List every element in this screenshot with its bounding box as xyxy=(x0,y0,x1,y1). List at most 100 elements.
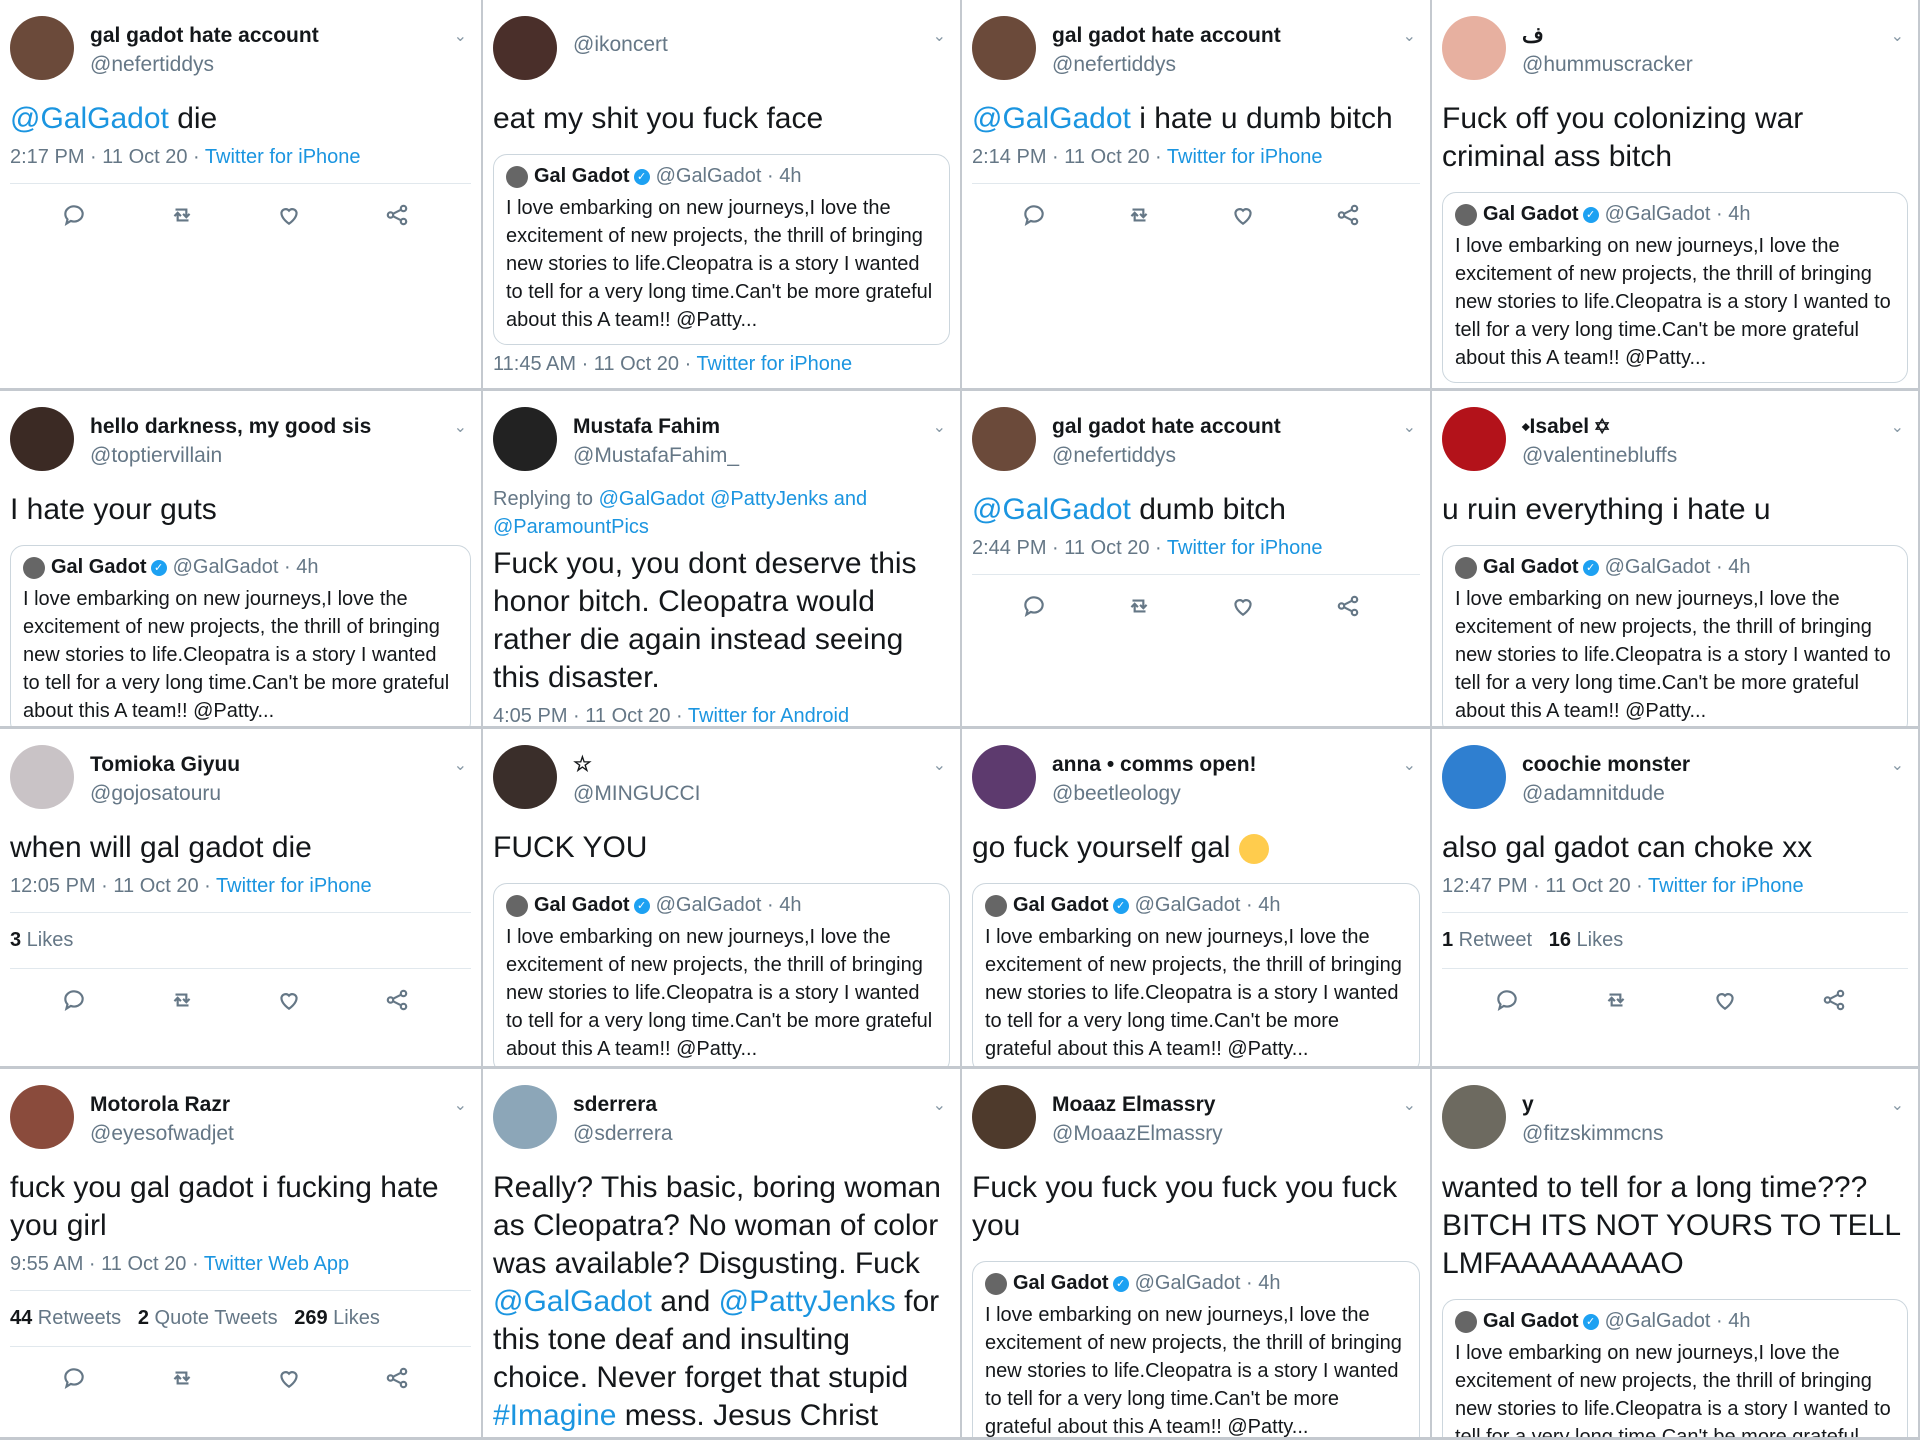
avatar[interactable] xyxy=(493,1085,557,1149)
avatar[interactable] xyxy=(1442,16,1506,80)
quoted-tweet[interactable]: Gal Gadot ✓ @GalGadot · 4h I love embarkin… xyxy=(972,1261,1420,1437)
handle[interactable]: @ikoncert xyxy=(573,30,668,60)
chevron-down-icon[interactable]: ⌄ xyxy=(454,417,467,437)
handle[interactable]: @valentinebluffs xyxy=(1522,441,1677,471)
tweet-card[interactable]: Tomioka Giyuu @gojosatouru ⌄ when will ga… xyxy=(0,729,483,1069)
display-name[interactable]: hello darkness, my good sis xyxy=(90,413,371,441)
display-name[interactable]: coochie monster xyxy=(1522,751,1690,779)
display-name[interactable]: Mustafa Fahim xyxy=(573,413,739,441)
tweet-card[interactable]: Motorola Razr @eyesofwadjet ⌄ fuck you ga… xyxy=(0,1069,483,1440)
chevron-down-icon[interactable]: ⌄ xyxy=(454,1095,467,1115)
display-name[interactable]: gal gadot hate account xyxy=(1052,22,1281,50)
quote-tweets-count[interactable]: Quote Tweets xyxy=(149,1307,278,1329)
tweet-card[interactable]: Mustafa Fahim @MustafaFahim_ ⌄ Replying t… xyxy=(483,391,962,729)
retweet-icon[interactable] xyxy=(169,202,195,228)
retweet-icon[interactable] xyxy=(169,1365,195,1391)
handle[interactable]: @gojosatouru xyxy=(90,779,240,809)
reply-icon[interactable] xyxy=(1494,987,1520,1013)
source-link[interactable]: Twitter for iPhone xyxy=(696,353,852,375)
likes-count[interactable]: Likes xyxy=(328,1307,380,1329)
avatar[interactable] xyxy=(10,745,74,809)
mention-link[interactable]: @GalGadot xyxy=(972,102,1131,135)
chevron-down-icon[interactable]: ⌄ xyxy=(933,755,946,775)
share-icon[interactable] xyxy=(384,987,410,1013)
mention-link[interactable]: @GalGadot xyxy=(10,102,169,135)
display-name[interactable]: ☆ xyxy=(573,751,700,779)
chevron-down-icon[interactable]: ⌄ xyxy=(1403,1095,1416,1115)
tweet-card[interactable]: ⬩Isabel ✡ @valentinebluffs ⌄ u ruin every… xyxy=(1432,391,1920,729)
retweet-icon[interactable] xyxy=(1603,987,1629,1013)
heart-icon[interactable] xyxy=(1230,202,1256,228)
display-name[interactable]: Tomioka Giyuu xyxy=(90,751,240,779)
tweet-card[interactable]: y @fitzskimmcns ⌄ wanted to tell for a lo… xyxy=(1432,1069,1920,1440)
reply-icon[interactable] xyxy=(61,1365,87,1391)
avatar[interactable] xyxy=(972,16,1036,80)
handle[interactable]: @MINGUCCI xyxy=(573,779,700,809)
avatar[interactable] xyxy=(972,1085,1036,1149)
tweet-card[interactable]: ف @hummuscracker ⌄ Fuck off you colonizin… xyxy=(1432,0,1920,391)
source-link[interactable]: Twitter for iPhone xyxy=(1167,537,1323,559)
reply-icon[interactable] xyxy=(61,987,87,1013)
handle[interactable]: @eyesofwadjet xyxy=(90,1119,234,1149)
quoted-tweet[interactable]: Gal Gadot ✓ @GalGadot · 4h I love embarkin… xyxy=(493,154,950,345)
share-icon[interactable] xyxy=(1335,593,1361,619)
source-link[interactable]: Twitter for iPhone xyxy=(1648,875,1804,897)
avatar[interactable] xyxy=(10,1085,74,1149)
heart-icon[interactable] xyxy=(1712,987,1738,1013)
avatar[interactable] xyxy=(972,745,1036,809)
avatar[interactable] xyxy=(10,407,74,471)
reply-icon[interactable] xyxy=(1021,202,1047,228)
handle[interactable]: @nefertiddys xyxy=(1052,50,1281,80)
avatar[interactable] xyxy=(1442,745,1506,809)
share-icon[interactable] xyxy=(384,1365,410,1391)
quoted-tweet[interactable]: Gal Gadot ✓ @GalGadot · 4h I love embarkin… xyxy=(972,883,1420,1066)
handle[interactable]: @nefertiddys xyxy=(90,50,319,80)
tweet-card[interactable]: coochie monster @adamnitdude ⌄ also gal g… xyxy=(1432,729,1920,1069)
tweet-card[interactable]: gal gadot hate account @nefertiddys ⌄ @Ga… xyxy=(0,0,483,391)
quoted-tweet[interactable]: Gal Gadot ✓ @GalGadot · 4h I love embarkin… xyxy=(493,883,950,1066)
reply-icon[interactable] xyxy=(1021,593,1047,619)
display-name[interactable]: gal gadot hate account xyxy=(90,22,319,50)
chevron-down-icon[interactable]: ⌄ xyxy=(933,417,946,437)
retweets-count[interactable]: Retweets xyxy=(32,1307,121,1329)
handle[interactable]: @adamnitdude xyxy=(1522,779,1690,809)
chevron-down-icon[interactable]: ⌄ xyxy=(1891,26,1904,46)
heart-icon[interactable] xyxy=(1230,593,1256,619)
source-link[interactable]: Twitter for iPhone xyxy=(216,875,372,897)
avatar[interactable] xyxy=(493,407,557,471)
quoted-tweet[interactable]: Gal Gadot ✓ @GalGadot · 4h I love embarkin… xyxy=(1442,545,1908,726)
handle[interactable]: @nefertiddys xyxy=(1052,441,1281,471)
heart-icon[interactable] xyxy=(276,202,302,228)
quoted-tweet[interactable]: Gal Gadot ✓ @GalGadot · 4h I love embarkin… xyxy=(1442,1299,1908,1437)
hashtag-link[interactable]: #Imagine xyxy=(493,1399,616,1432)
tweet-card[interactable]: ☆ @MINGUCCI ⌄ FUCK YOU Gal Gadot ✓ @GalGado… xyxy=(483,729,962,1069)
source-link[interactable]: Twitter Web App xyxy=(204,1253,349,1275)
avatar[interactable] xyxy=(10,16,74,80)
tweet-card[interactable]: gal gadot hate account @nefertiddys ⌄ @Ga… xyxy=(962,0,1432,391)
handle[interactable]: @hummuscracker xyxy=(1522,50,1693,80)
handle[interactable]: @fitzskimmcns xyxy=(1522,1119,1663,1149)
display-name[interactable]: Motorola Razr xyxy=(90,1091,234,1119)
share-icon[interactable] xyxy=(1821,987,1847,1013)
tweet-card[interactable]: anna • comms open! @beetleology ⌄ go fuck… xyxy=(962,729,1432,1069)
reply-icon[interactable] xyxy=(61,202,87,228)
quoted-tweet[interactable]: Gal Gadot ✓ @GalGadot · 4h I love embarkin… xyxy=(1442,192,1908,383)
chevron-down-icon[interactable]: ⌄ xyxy=(1403,755,1416,775)
avatar[interactable] xyxy=(1442,1085,1506,1149)
retweet-icon[interactable] xyxy=(1126,593,1152,619)
likes-count[interactable]: Likes xyxy=(1571,929,1624,951)
avatar[interactable] xyxy=(972,407,1036,471)
display-name[interactable]: sderrera xyxy=(573,1091,673,1119)
handle[interactable]: @sderrera xyxy=(573,1119,673,1149)
avatar[interactable] xyxy=(493,745,557,809)
avatar[interactable] xyxy=(1442,407,1506,471)
chevron-down-icon[interactable]: ⌄ xyxy=(1891,1095,1904,1115)
display-name[interactable]: gal gadot hate account xyxy=(1052,413,1281,441)
tweet-card[interactable]: @ikoncert ⌄ eat my shit you fuck face Ga… xyxy=(483,0,962,391)
chevron-down-icon[interactable]: ⌄ xyxy=(1891,755,1904,775)
chevron-down-icon[interactable]: ⌄ xyxy=(1403,417,1416,437)
quoted-tweet[interactable]: Gal Gadot ✓ @GalGadot · 4h I love embarkin… xyxy=(10,545,471,726)
heart-icon[interactable] xyxy=(276,987,302,1013)
handle[interactable]: @MustafaFahim_ xyxy=(573,441,739,471)
handle[interactable]: @toptiervillain xyxy=(90,441,371,471)
